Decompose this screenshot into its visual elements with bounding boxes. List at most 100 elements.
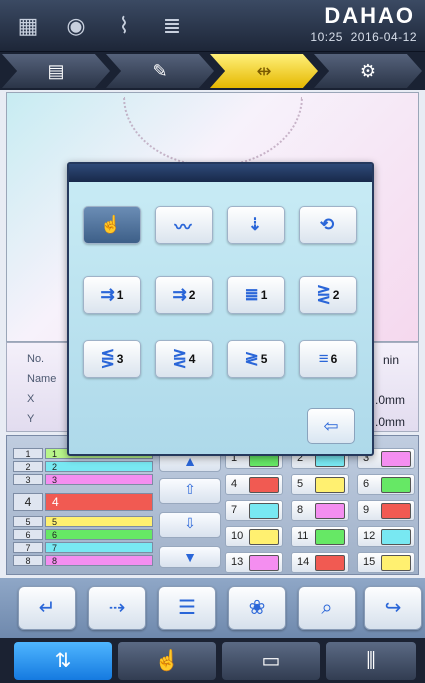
color-number: 5 [297,478,304,490]
search-button[interactable]: ⌕ [298,586,356,630]
exit-icon: ⇦ [323,416,339,436]
y-value: .0mm [375,415,405,429]
needle-row[interactable]: 33 [13,474,153,485]
color-box-9[interactable]: 9 [357,500,415,521]
needle-row[interactable]: 66 [13,529,153,540]
needle-1-button[interactable]: ≣ 1 [227,276,285,314]
search-icon: ⌕ [321,597,333,619]
needle-row[interactable]: 44 [13,493,153,511]
y-label: Y [27,413,35,425]
color-swatch [315,477,345,493]
design-button[interactable]: ❀ [228,586,286,630]
needle-6-button[interactable]: ≡ 6 [299,340,357,378]
color-box-14[interactable]: 14 [291,552,349,573]
rotate-icon: ◉ [66,13,86,38]
color-number: 12 [363,530,376,542]
needle-row[interactable]: 77 [13,542,153,553]
tool-icon: ≡ [318,349,329,368]
nav-needles-icon: ⫼ [366,650,376,672]
bottom-nav: ⇅ ☝ ▭ ⫼ [0,638,425,683]
needle-down-icon-button[interactable]: ⇩ [159,512,221,538]
color-swatch [381,503,411,519]
next-button[interactable]: ↪ [364,586,422,630]
needle-color-panel: 1122334455667788 ▲ ⇧ ⇩ ▼ 1 2 3 4 5 6 7 8 9 10 11 12… [6,435,419,575]
scroll-down-button[interactable]: ▼ [159,546,221,568]
nav-needles-tab[interactable]: ⫼ [326,642,416,680]
nav-hand-tab[interactable]: ☝ [118,642,216,680]
needle-rotate-button[interactable]: ⟲ [299,206,357,244]
x-value: .0mm [375,393,405,407]
zigzag-needle-button[interactable]: 〰 [155,206,213,244]
needle-mode-popup: ☝ 〰 ⇣ ⟲ ⇉ 1 ⇉ 2 ≣ 1 ⋛ 2 ⋚ 3 ⋛ 4 ≷ 5 ≡ 6 ⇦ [67,162,374,456]
color-number: 11 [297,530,309,542]
color-swatch [315,503,345,519]
mode-folder-button[interactable]: ▤ [2,54,110,88]
stitch-mode-2-button[interactable]: ⇉ 2 [155,276,213,314]
color-box-13[interactable]: 13 [225,552,283,573]
color-swatch [249,555,279,571]
back-button[interactable]: ↵ [18,586,76,630]
mode-setup-button[interactable]: ⚙ [314,54,422,88]
clock: 10:25 2016-04-12 [310,30,417,44]
tool-icon: ⇣ [247,215,263,234]
list-button[interactable]: ☰ [158,586,216,630]
mode-edit-button[interactable]: ✎ [106,54,214,88]
brand-logo: DAHAO [324,3,415,28]
color-box-4[interactable]: 4 [225,474,283,495]
needle-5-button[interactable]: ≷ 5 [227,340,285,378]
needle-color-bar: 3 [45,474,153,485]
needle-row[interactable]: 22 [13,461,153,472]
x-label: X [27,393,35,405]
color-box-12[interactable]: 12 [357,526,415,547]
needle-color-bar: 8 [45,555,153,566]
color-box-6[interactable]: 6 [357,474,415,495]
thread-break-icon: ⌇ [118,13,130,38]
needle-number: 3 [13,474,43,485]
needle-2-button[interactable]: ⋛ 2 [299,276,357,314]
color-box-5[interactable]: 5 [291,474,349,495]
nav-frame-tab[interactable]: ▭ [222,642,320,680]
needle-3-button[interactable]: ⋚ 3 [83,340,141,378]
needle-row[interactable]: 88 [13,555,153,566]
edit-design-icon: ✎ [152,61,168,81]
folder-design-icon: ▤ [47,61,65,81]
tool-number: 6 [330,352,338,366]
color-number: 13 [231,556,244,568]
color-swatch [249,477,279,493]
tool-number: 3 [116,352,124,366]
tool-icon: 〰 [174,217,192,237]
needle-number: 6 [13,529,43,540]
exit-button[interactable]: ⇦ [307,408,355,444]
needle-color-bar: 7 [45,542,153,553]
stitch-mode-1-button[interactable]: ⇉ 1 [83,276,141,314]
tool-number: 4 [188,352,196,366]
color-swatch [381,451,411,467]
color-swatch [381,529,411,545]
mode-frame-button[interactable]: ⇹ [210,54,318,88]
needle-setup-icon: ⚙ [359,61,377,81]
color-swatch [249,529,279,545]
needle-number: 1 [13,448,43,459]
pattern-off-icon: ▦ [17,13,39,38]
needle-4-button[interactable]: ⋛ 4 [155,340,213,378]
color-box-15[interactable]: 15 [357,552,415,573]
color-swatch [381,477,411,493]
needle-assign-icon: ⇢ [108,597,126,619]
time-text: 10:25 [310,30,343,44]
needle-row[interactable]: 55 [13,516,153,527]
tool-icon: ⋚ [100,349,115,368]
design-icon: ❀ [248,597,266,619]
list-icon: ☰ [178,597,196,619]
color-box-7[interactable]: 7 [225,500,283,521]
hand-wheel-button[interactable]: ☝ [83,206,141,244]
needle-assign-button[interactable]: ⇢ [88,586,146,630]
color-box-8[interactable]: 8 [291,500,349,521]
color-swatch [249,503,279,519]
color-box-10[interactable]: 10 [225,526,283,547]
color-box-11[interactable]: 11 [291,526,349,547]
nav-needle-tab[interactable]: ⇅ [14,642,112,680]
needle-up-icon-button[interactable]: ⇧ [159,478,221,504]
tool-icon: ⋛ [316,285,331,304]
color-number: 15 [363,556,376,568]
needle-up-button[interactable]: ⇣ [227,206,285,244]
